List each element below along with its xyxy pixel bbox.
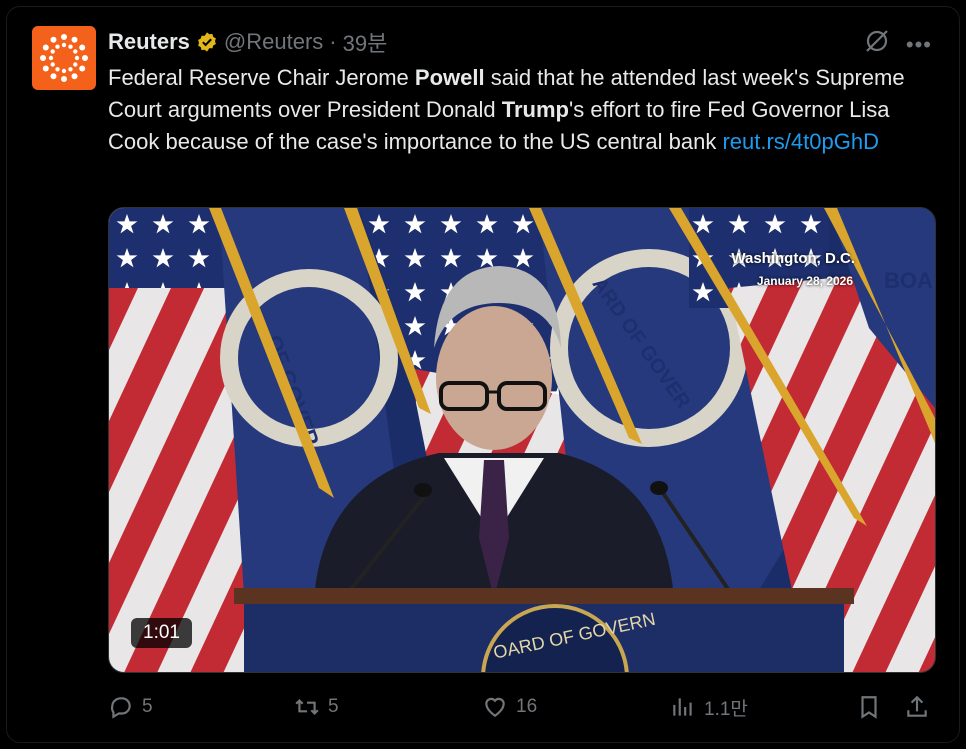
like-count: 16 [516,696,538,717]
reply-count: 5 [142,696,153,717]
flag-seal-text-3: BOA [884,268,933,293]
more-icon[interactable]: ••• [906,32,932,58]
verified-badge-icon [198,32,216,52]
reply-button[interactable]: 5 [108,694,153,720]
repost-count: 5 [328,696,339,717]
repost-button[interactable]: 5 [294,694,339,720]
author-name[interactable]: Reuters [108,29,190,55]
timestamp[interactable]: 39분 [343,26,388,58]
avatar[interactable] [32,26,96,90]
share-icon [907,695,927,717]
grok-icon[interactable] [864,28,890,54]
like-button[interactable]: 16 [482,694,537,720]
share-button[interactable] [904,694,930,720]
tweet-text: Federal Reserve Chair Jerome Powell said… [108,62,938,158]
video-duration-badge: 1:01 [131,618,192,648]
tweet-link[interactable]: reut.rs/4t0pGhD [722,129,879,154]
action-bar: 5 5 16 1.1만 [108,690,938,724]
author-handle[interactable]: @Reuters [224,29,323,55]
repost-icon [295,698,319,716]
video-player[interactable]: OF GOVER ARD OF GOVER BOA OARD OF GOVERN… [108,207,936,673]
views-icon [673,698,692,716]
sun-logo-icon [40,34,88,82]
bookmark-icon [861,696,877,719]
tweet-text-segment: Federal Reserve Chair Jerome [108,65,415,90]
views-button[interactable]: 1.1만 [670,694,748,721]
separator-dot: · [329,29,337,54]
like-icon [485,697,505,717]
tweet-text-bold: Trump [501,97,569,122]
reply-icon [110,697,131,719]
location-caption: Washington, D.C. [731,250,855,267]
tweet-header: Reuters @Reuters · 39분 [108,28,387,56]
tweet-text-bold: Powell [414,65,485,90]
date-caption: January 28, 2026 [756,274,853,288]
views-count: 1.1만 [704,698,748,720]
bookmark-button[interactable] [856,694,882,720]
